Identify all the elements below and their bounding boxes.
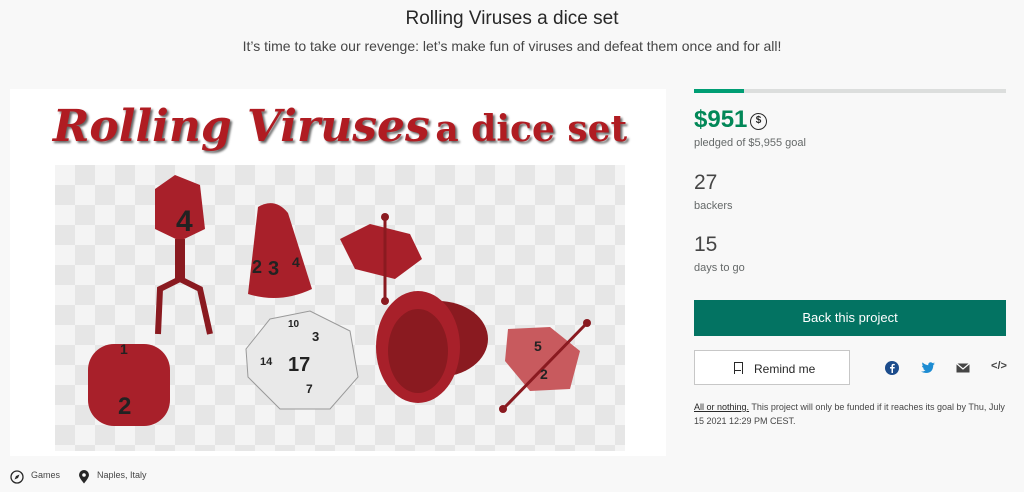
svg-text:14: 14 [260, 356, 273, 368]
svg-text:3: 3 [312, 329, 319, 344]
svg-text:7: 7 [306, 382, 313, 396]
die-number: 4 [176, 205, 193, 238]
svg-text:3: 3 [268, 258, 279, 280]
svg-text:1: 1 [120, 341, 128, 357]
dice-spinner [340, 213, 422, 305]
dice-illustration: 4 2 3 4 2 1 17 10 3 14 7 5 2 [88, 175, 591, 426]
remind-me-button[interactable]: Remind me [694, 350, 850, 385]
dice-cone: 2 3 4 [248, 203, 312, 298]
svg-text:4: 4 [292, 254, 300, 270]
back-this-project-button[interactable]: Back this project [694, 300, 1006, 336]
pledged-goal: pledged of $5,955 goal [694, 137, 806, 149]
svg-text:10: 10 [288, 319, 300, 330]
twitter-icon[interactable] [919, 360, 937, 376]
facebook-icon[interactable] [883, 360, 901, 376]
pledged-amount: $951 [694, 106, 748, 133]
backers-label: backers [694, 200, 733, 212]
all-or-nothing-link[interactable]: All or nothing. [694, 402, 749, 412]
location-pin-icon [78, 470, 90, 489]
svg-text:5: 5 [534, 338, 542, 354]
dice-d8: 5 2 [499, 319, 591, 413]
currency-conversion-icon[interactable]: $ [750, 113, 767, 130]
project-title: Rolling Viruses a dice set [405, 8, 619, 29]
dice-d20: 17 10 3 14 7 [245, 310, 359, 410]
remind-me-label: Remind me [754, 362, 816, 376]
dice-cylinder [376, 291, 488, 403]
category-link[interactable]: Games [31, 470, 60, 480]
bookmark-icon [734, 362, 743, 374]
dice-phage: 4 [155, 175, 213, 335]
dice-round: 2 1 [88, 341, 170, 426]
svg-text:2: 2 [252, 257, 262, 277]
days-to-go-count: 15 [694, 233, 718, 256]
project-hero-image[interactable]: Rolling Viruses a dice set 4 2 3 4 2 1 1… [10, 89, 666, 456]
project-blurb: It’s time to take our revenge: let’s mak… [242, 38, 782, 54]
funding-fine-print: All or nothing. This project will only b… [694, 400, 1010, 428]
embed-icon[interactable]: </> [988, 360, 1010, 376]
svg-text:2: 2 [540, 366, 548, 382]
days-to-go-label: days to go [694, 262, 745, 274]
location-link[interactable]: Naples, Italy [97, 470, 147, 480]
email-icon[interactable] [954, 360, 972, 376]
funding-progress-fill [694, 89, 744, 93]
backers-count: 27 [694, 171, 718, 194]
svg-text:2: 2 [118, 393, 131, 420]
compass-icon [10, 470, 24, 489]
funding-progress-bar [694, 89, 1006, 93]
svg-text:17: 17 [288, 354, 310, 376]
